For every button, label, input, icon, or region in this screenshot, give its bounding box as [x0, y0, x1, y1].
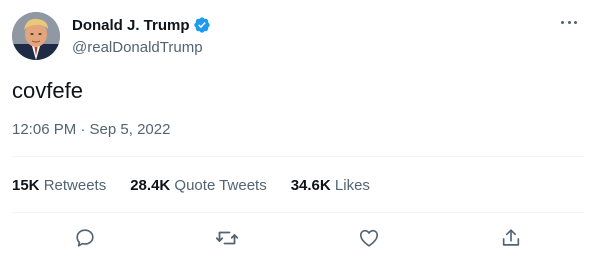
- more-icon[interactable]: [558, 14, 580, 30]
- stat-likes[interactable]: 34.6K Likes: [291, 177, 370, 194]
- more-dot: [574, 20, 577, 24]
- reply-icon[interactable]: [72, 225, 98, 251]
- divider: [12, 156, 584, 157]
- more-dot: [561, 20, 564, 24]
- tweet-actions: [12, 222, 584, 254]
- stat-count: 28.4K: [130, 177, 175, 194]
- stat-label: Quote Tweets: [174, 177, 267, 194]
- author-names: Donald J. Trump @realDonaldTrump: [72, 15, 211, 56]
- tweet-card: Donald J. Trump @realDonaldTrump covfefe…: [0, 0, 596, 273]
- handle[interactable]: @realDonaldTrump: [72, 39, 211, 56]
- stat-quote-tweets[interactable]: 28.4K Quote Tweets: [130, 177, 266, 194]
- share-icon[interactable]: [498, 225, 524, 251]
- verified-badge-icon: [193, 16, 211, 34]
- divider: [12, 212, 584, 213]
- tweet-header: Donald J. Trump @realDonaldTrump: [12, 12, 584, 60]
- stat-count: 34.6K: [290, 177, 335, 194]
- tweet-stats: 15K Retweets 28.4K Quote Tweets 34.6K Li…: [12, 177, 394, 194]
- stat-count: 15K: [12, 177, 44, 194]
- tweet-timestamp[interactable]: 12:06 PM · Sep 5, 2022: [12, 121, 170, 138]
- avatar-image: [12, 12, 60, 60]
- avatar[interactable]: [12, 12, 60, 60]
- display-name[interactable]: Donald J. Trump: [72, 17, 190, 34]
- more-dot: [567, 20, 571, 24]
- stat-label: Likes: [334, 177, 370, 194]
- tweet-text: covfefe: [12, 78, 83, 103]
- retweet-icon[interactable]: [214, 225, 240, 251]
- stat-retweets[interactable]: 15K Retweets: [12, 177, 106, 194]
- stat-label: Retweets: [43, 177, 107, 194]
- name-row: Donald J. Trump: [72, 15, 211, 35]
- like-icon[interactable]: [356, 225, 382, 251]
